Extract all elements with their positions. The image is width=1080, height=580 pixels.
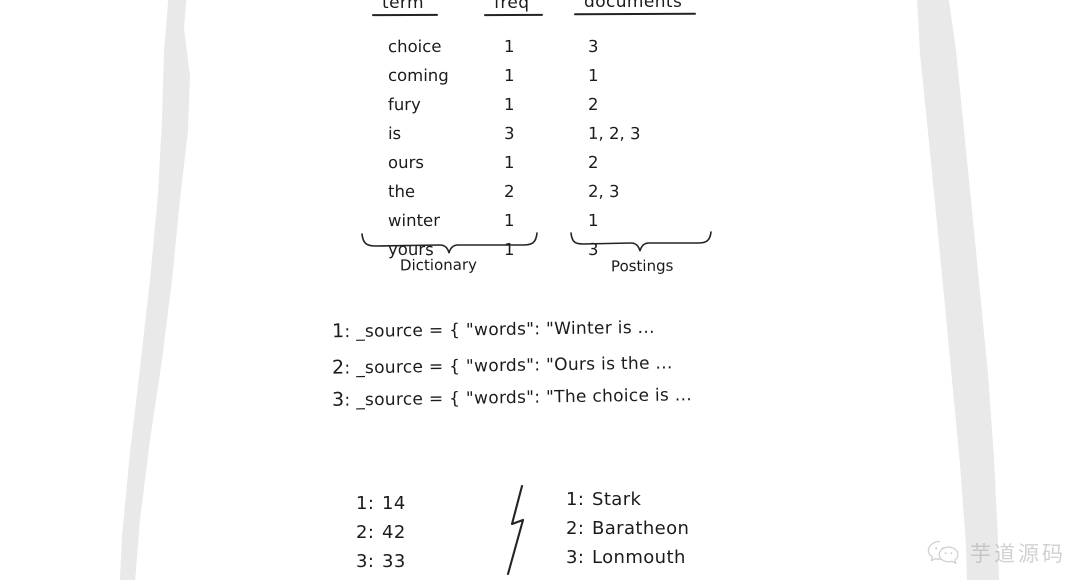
name-list: 1: Stark 2: Baratheon 3: Lonmouth: [566, 485, 689, 572]
table-row: fury 1 2: [376, 95, 716, 124]
score-value: 42: [382, 522, 406, 543]
table-row: the 2 2, 3: [376, 182, 716, 211]
wechat-bubble-icon: [927, 540, 961, 566]
list-item: 2: 42: [356, 518, 406, 547]
cell-documents: 1: [587, 210, 599, 231]
source-doc-text: _source = { "words": "The choice is ...: [356, 385, 693, 411]
cell-freq: 2: [503, 181, 515, 202]
name-key: 1:: [566, 489, 585, 510]
cell-freq: 1: [503, 210, 515, 231]
lightning-bolt-icon: [498, 484, 542, 576]
inverted-index-table: term freq documents choice 1 3 coming 1 …: [376, 0, 716, 269]
source-doc-line-1: 1: _source = { "words": "Winter is ...: [331, 317, 655, 343]
watermark-text: 芋道源码: [970, 542, 1066, 566]
table-row: choice 1 3: [376, 37, 716, 66]
name-value: Lonmouth: [592, 547, 686, 568]
source-doc-id: 3: [331, 388, 345, 411]
source-doc-id: 2: [331, 356, 345, 379]
cell-freq: 1: [503, 94, 515, 115]
table-row: coming 1 1: [376, 66, 716, 95]
cell-term: the: [387, 181, 416, 202]
score-key: 2:: [356, 522, 375, 543]
cell-documents: 2: [587, 94, 599, 115]
cell-documents: 1: [587, 65, 599, 86]
postings-brace: [569, 231, 713, 254]
name-value: Baratheon: [592, 518, 690, 539]
name-key: 2:: [566, 518, 585, 539]
column-header-documents: documents: [584, 0, 682, 12]
paper-edge-band-left: [118, 0, 238, 580]
source-doc-id: 1: [331, 320, 345, 343]
cell-documents: 1, 2, 3: [587, 123, 641, 144]
source-doc-line-3: 3: _source = { "words": "The choice is .…: [331, 385, 693, 411]
cell-freq: 1: [503, 65, 515, 86]
name-key: 3:: [566, 547, 585, 568]
cell-documents: 2, 3: [587, 181, 620, 202]
notes-canvas: term freq documents choice 1 3 coming 1 …: [0, 0, 1080, 580]
cell-term: winter: [387, 210, 441, 231]
cell-term: is: [387, 123, 402, 144]
cell-term: choice: [387, 36, 442, 57]
list-item: 2: Baratheon: [566, 514, 689, 543]
cell-term: fury: [387, 94, 421, 115]
list-item: 3: 33: [356, 547, 406, 576]
score-key: 3:: [356, 551, 375, 572]
score-list: 1: 14 2: 42 3: 33: [356, 489, 406, 576]
list-item: 1: 14: [356, 489, 406, 518]
postings-label: Postings: [610, 256, 674, 276]
watermark: 芋道源码: [927, 538, 1066, 568]
source-doc-text: _source = { "words": "Winter is ...: [356, 317, 655, 342]
dictionary-label: Dictionary: [399, 255, 478, 275]
cell-documents: 2: [587, 152, 599, 173]
cell-documents: 3: [587, 36, 599, 57]
score-value: 14: [382, 493, 406, 514]
table-row: is 3 1, 2, 3: [376, 124, 716, 153]
name-value: Stark: [592, 489, 642, 510]
cell-term: coming: [387, 65, 449, 86]
score-key: 1:: [356, 493, 375, 514]
source-doc-line-2: 2: _source = { "words": "Ours is the ...: [331, 353, 673, 379]
column-header-term: term: [382, 0, 424, 13]
source-doc-text: _source = { "words": "Ours is the ...: [356, 353, 673, 379]
cell-freq: 3: [503, 123, 515, 144]
table-header-row: term freq documents: [376, 0, 716, 26]
list-item: 3: Lonmouth: [566, 543, 689, 572]
cell-term: ours: [387, 152, 424, 173]
column-header-freq: freq: [494, 0, 529, 13]
dictionary-brace: [360, 232, 540, 254]
table-row: ours 1 2: [376, 153, 716, 182]
cell-freq: 1: [503, 152, 515, 173]
score-value: 33: [382, 551, 406, 572]
list-item: 1: Stark: [566, 485, 689, 514]
cell-freq: 1: [503, 36, 515, 57]
paper-edge-band-right: [898, 0, 1038, 580]
